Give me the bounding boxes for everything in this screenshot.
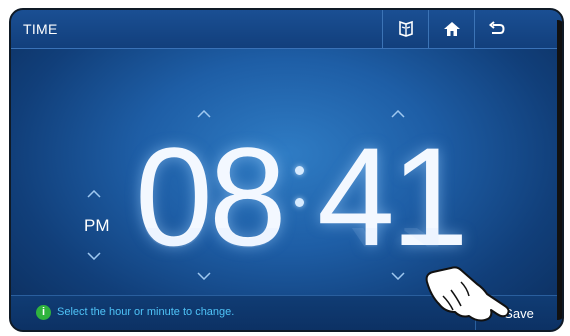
back-button[interactable]: [474, 10, 519, 48]
device-screen: TIME PM 08 41 i Select the hour or minut…: [9, 8, 564, 332]
hour-reflection: 08: [135, 228, 283, 268]
colon-dot-bottom: [295, 198, 304, 207]
manual-button[interactable]: [382, 10, 428, 48]
period-up-arrow[interactable]: [87, 190, 101, 198]
hour-up-arrow[interactable]: [197, 110, 211, 118]
manual-icon: [397, 20, 415, 38]
period-value[interactable]: PM: [84, 216, 110, 236]
hint-text: Select the hour or minute to change.: [57, 306, 235, 318]
minute-up-arrow[interactable]: [391, 110, 405, 118]
back-icon: [488, 20, 506, 38]
header-bar: TIME: [11, 10, 562, 49]
home-icon: [443, 20, 461, 38]
page-title: TIME: [23, 21, 58, 37]
colon-dot-top: [295, 166, 304, 175]
pointing-hand-icon: [421, 260, 521, 330]
info-icon: i: [36, 305, 51, 320]
home-button[interactable]: [428, 10, 474, 48]
period-down-arrow[interactable]: [87, 252, 101, 260]
